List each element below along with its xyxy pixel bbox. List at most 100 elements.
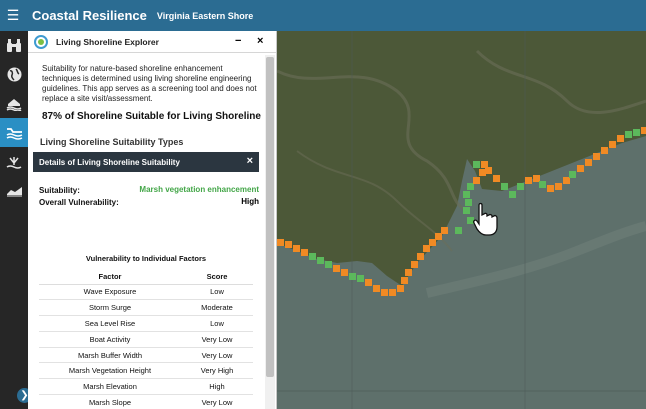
panel-scrollbar[interactable] [265, 55, 275, 409]
shoreline-segment[interactable] [485, 167, 492, 174]
factor-cell: Marsh Buffer Width [39, 347, 181, 364]
shoreline-segment[interactable] [517, 183, 524, 190]
shoreline-segment[interactable] [411, 261, 418, 268]
factor-cell: Marsh Vegetation Height [39, 362, 181, 380]
score-cell: Moderate [181, 299, 253, 317]
shoreline-segment[interactable] [285, 241, 292, 248]
shoreline-segment[interactable] [429, 239, 436, 246]
details-title: Details of Living Shoreline Suitability [39, 157, 180, 167]
shoreline-segment[interactable] [389, 289, 396, 296]
shoreline-segment[interactable] [441, 227, 448, 234]
shoreline-segment[interactable] [365, 279, 372, 286]
shoreline-segment[interactable] [547, 185, 554, 192]
vulnerability-value: High [241, 197, 259, 206]
shoreline-segment[interactable] [481, 161, 488, 168]
shoreline-segment[interactable] [467, 183, 474, 190]
shoreline-segment[interactable] [577, 165, 584, 172]
shoreline-segment[interactable] [349, 273, 356, 280]
shoreline-segment[interactable] [333, 265, 340, 272]
score-cell: High [181, 378, 253, 396]
satellite-map[interactable] [277, 31, 646, 409]
shoreline-segment[interactable] [617, 135, 624, 142]
shoreline-segment[interactable] [277, 239, 284, 246]
map-view[interactable] [277, 31, 646, 409]
score-cell: Low [181, 284, 253, 301]
shoreline-segment[interactable] [625, 131, 632, 138]
shoreline-segment[interactable] [455, 227, 462, 234]
shoreline-segment[interactable] [341, 269, 348, 276]
factor-cell: Wave Exposure [39, 284, 181, 301]
shoreline-segment[interactable] [293, 245, 300, 252]
suitability-value: Marsh vegetation enhancement [139, 185, 259, 194]
scrollbar-thumb[interactable] [266, 57, 274, 377]
shoreline-segment[interactable] [641, 127, 646, 134]
shoreline-segment[interactable] [405, 269, 412, 276]
shoreline-segment[interactable] [357, 275, 364, 282]
tool-rail: ❯ [0, 31, 32, 409]
shoreline-segment[interactable] [435, 233, 442, 240]
table-row: Marsh Vegetation Height Very High [39, 362, 253, 380]
score-cell: Very High [181, 362, 253, 380]
intro-text: Suitability for nature-based shoreline e… [42, 64, 257, 103]
table-row: Marsh Slope Very Low [39, 394, 253, 409]
shoreline-segment[interactable] [465, 199, 472, 206]
living-shoreline-panel: Living Shoreline Explorer − × Suitabilit… [28, 31, 277, 409]
column-header-factor: Factor [39, 270, 181, 285]
shoreline-segment[interactable] [467, 217, 474, 224]
table-header-row: Factor Score [39, 270, 253, 285]
shoreline-segment[interactable] [325, 261, 332, 268]
marsh-plant-icon[interactable] [0, 147, 28, 176]
details-close-icon[interactable]: × [247, 155, 253, 167]
hamburger-icon[interactable]: ☰ [0, 0, 26, 31]
shoreline-segment[interactable] [533, 175, 540, 182]
shoreline-segment[interactable] [473, 161, 480, 168]
factor-cell: Storm Surge [39, 299, 181, 317]
table-row: Marsh Elevation High [39, 378, 253, 396]
shoreline-segment[interactable] [401, 277, 408, 284]
app-subtitle: Virginia Eastern Shore [156, 10, 254, 21]
shoreline-segment[interactable] [569, 171, 576, 178]
shoreline-segment[interactable] [373, 285, 380, 292]
shoreline-segment[interactable] [509, 191, 516, 198]
shoreline-segment[interactable] [609, 141, 616, 148]
shoreline-segment[interactable] [501, 183, 508, 190]
score-cell: Very Low [181, 347, 253, 364]
shoreline-segment[interactable] [525, 177, 532, 184]
shoreline-segment[interactable] [493, 175, 500, 182]
globe-icon[interactable] [0, 60, 28, 89]
shoreline-segment[interactable] [601, 147, 608, 154]
section-title: Living Shoreline Suitability Types [40, 137, 184, 147]
shoreline-segment[interactable] [479, 169, 486, 176]
table-row: Boat Activity Very Low [39, 331, 253, 348]
shoreline-segment[interactable] [309, 253, 316, 260]
shoreline-segment[interactable] [555, 183, 562, 190]
shoreline-segment[interactable] [473, 177, 480, 184]
shoreline-segment[interactable] [381, 289, 388, 296]
shoreline-segment[interactable] [463, 191, 470, 198]
shoreline-segment[interactable] [563, 177, 570, 184]
shoreline-segment[interactable] [593, 153, 600, 160]
shoreline-segment[interactable] [539, 181, 546, 188]
factors-table-title: Vulnerability to Individual Factors [85, 254, 207, 263]
waves-icon[interactable] [0, 176, 28, 205]
table-row: Storm Surge Moderate [39, 299, 253, 317]
shoreline-icon[interactable] [0, 118, 28, 147]
minimize-icon[interactable]: − [235, 35, 241, 47]
shoreline-segment[interactable] [301, 249, 308, 256]
score-cell: Low [181, 315, 253, 332]
shoreline-segment[interactable] [633, 129, 640, 136]
score-cell: Very Low [181, 331, 253, 348]
app-header: ☰ Coastal Resilience Virginia Eastern Sh… [0, 0, 646, 31]
suitability-label: Suitability: [39, 186, 80, 195]
binoculars-icon[interactable] [0, 31, 28, 60]
shoreline-segment[interactable] [463, 207, 470, 214]
house-flood-icon[interactable] [0, 89, 28, 118]
details-header: Details of Living Shoreline Suitability … [33, 152, 259, 172]
shoreline-segment[interactable] [417, 253, 424, 260]
factors-table: Factor Score Wave Exposure Low Storm Surg… [39, 270, 253, 409]
shoreline-segment[interactable] [397, 285, 404, 292]
shoreline-segment[interactable] [585, 159, 592, 166]
shoreline-segment[interactable] [423, 245, 430, 252]
shoreline-segment[interactable] [317, 257, 324, 264]
close-icon[interactable]: × [257, 35, 263, 47]
